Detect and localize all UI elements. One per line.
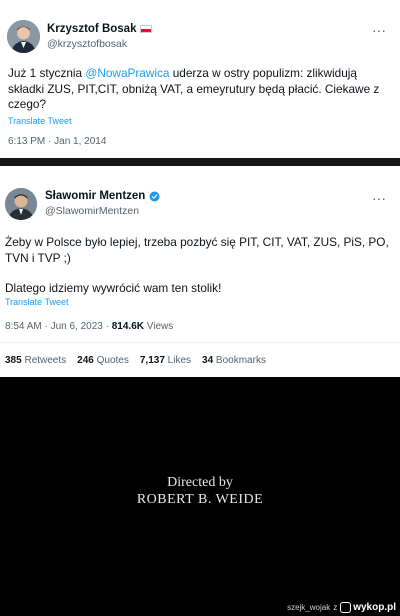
bookmarks-count: 34	[202, 355, 214, 366]
watermark-sep: z	[333, 603, 338, 612]
image-separator	[0, 158, 400, 166]
likes-label: Likes	[164, 355, 192, 366]
tweet-text-part: Już 1 stycznia	[8, 66, 86, 80]
watermark-user: szejk_wojak	[287, 603, 331, 612]
retweets-label: Retweets	[21, 355, 67, 366]
director-name: ROBERT B. WEIDE	[136, 492, 264, 507]
mentzen-tweet-text-line1: Żeby w Polsce było lepiej, trzeba pozbyć…	[5, 235, 389, 265]
directed-by-text: Directed by	[167, 475, 233, 490]
verified-badge-icon	[149, 191, 160, 201]
mentzen-handle[interactable]: @SlawomirMentzen	[45, 205, 139, 217]
bookmarks-label: Bookmarks	[213, 355, 266, 366]
film-credits-panel: Directed by ROBERT B. WEIDE szejk_wojak …	[0, 377, 400, 616]
retweets-count: 385	[5, 355, 22, 366]
quotes-count: 246	[77, 355, 94, 366]
bosak-tweet-text: Już 1 stycznia @NowaPrawica uderza w ost…	[8, 66, 388, 113]
likes-stat[interactable]: 7,137 Likes	[140, 355, 191, 366]
mention-link[interactable]: @NowaPrawica	[85, 66, 169, 80]
views-label: Views	[143, 321, 174, 332]
tweet-meta: 8:54 AM · Jun 6, 2023 · 814.6K Views	[5, 321, 173, 332]
more-options-icon[interactable]: ···	[372, 23, 386, 37]
translate-tweet-link[interactable]: Translate Tweet	[8, 116, 72, 126]
mentzen-name-text[interactable]: Sławomir Mentzen	[45, 190, 145, 202]
bosak-handle[interactable]: @krzysztofbosak	[47, 38, 127, 50]
bosak-avatar[interactable]	[7, 20, 40, 53]
bookmarks-stat[interactable]: 34 Bookmarks	[202, 355, 266, 366]
wykop-logo: wykop.pl	[340, 602, 396, 613]
tweet-bosak: Krzysztof Bosak @krzysztofbosak ··· Już …	[0, 0, 400, 158]
likes-count: 7,137	[139, 355, 165, 366]
bosak-display-name[interactable]: Krzysztof Bosak	[47, 23, 153, 35]
mentzen-avatar[interactable]	[5, 188, 37, 220]
stats-divider	[0, 342, 400, 343]
views-count: 814.6K	[111, 321, 144, 332]
engagement-stats: 385 Retweets 246 Quotes 7,137 Likes 34 B…	[5, 355, 266, 366]
quotes-stat[interactable]: 246 Quotes	[77, 355, 129, 366]
tweet-mentzen: Sławomir Mentzen @SlawomirMentzen ··· Że…	[0, 166, 400, 377]
translate-tweet-link[interactable]: Translate Tweet	[5, 297, 69, 307]
wykop-logo-icon	[340, 602, 352, 613]
poland-flag-icon	[140, 25, 153, 33]
wykop-brand: wykop.pl	[353, 602, 396, 613]
bosak-name-text[interactable]: Krzysztof Bosak	[47, 23, 136, 35]
mentzen-tweet-text-line2: Dlatego idziemy wywrócić wam ten stolik!	[5, 281, 222, 295]
quotes-label: Quotes	[93, 355, 129, 366]
tweet-timestamp[interactable]: 8:54 AM · Jun 6, 2023 ·	[5, 321, 112, 332]
tweet-timestamp[interactable]: 6:13 PM · Jan 1, 2014	[8, 136, 106, 147]
mentzen-display-name[interactable]: Sławomir Mentzen	[45, 190, 160, 202]
retweets-stat[interactable]: 385 Retweets	[5, 355, 66, 366]
wykop-watermark: szejk_wojak z wykop.pl	[287, 602, 396, 613]
more-options-icon[interactable]: ···	[372, 191, 386, 205]
